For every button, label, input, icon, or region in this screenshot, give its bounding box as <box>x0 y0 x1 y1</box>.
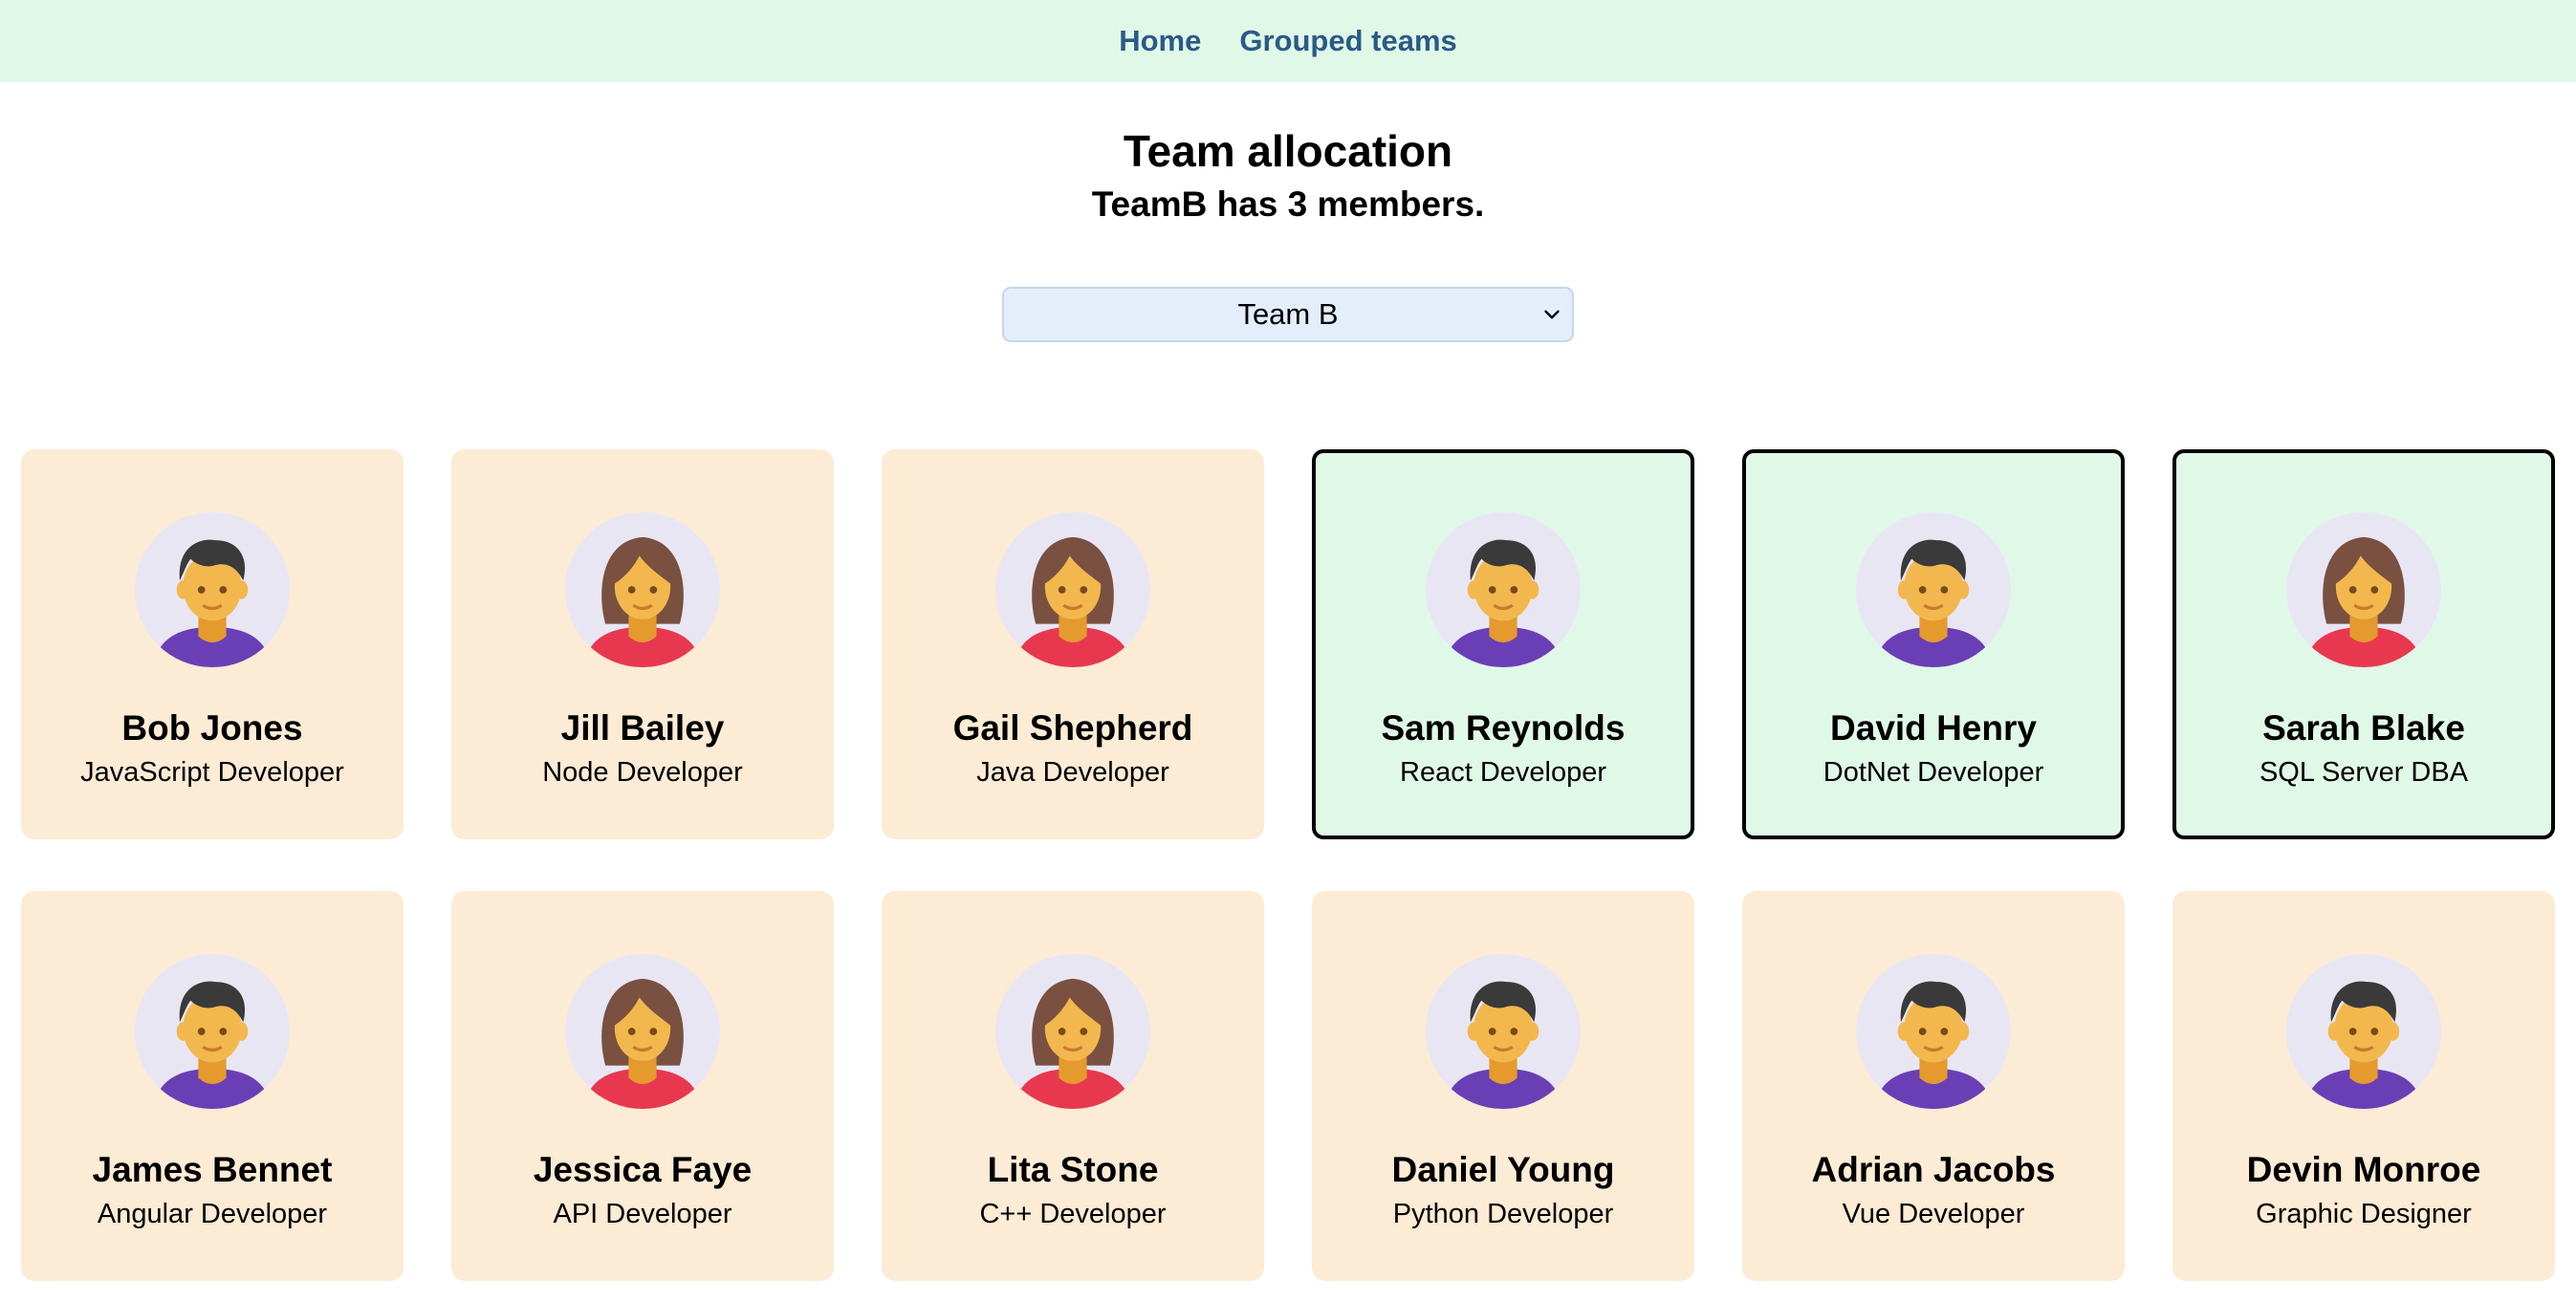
employee-card[interactable]: Gail Shepherd Java Developer <box>882 449 1264 839</box>
employee-card[interactable]: Jessica Faye API Developer <box>451 891 834 1281</box>
employee-name: Daniel Young <box>1391 1150 1615 1189</box>
employee-role: JavaScript Developer <box>80 757 344 788</box>
employee-card[interactable]: Daniel Young Python Developer <box>1312 891 1694 1281</box>
female-avatar-icon <box>2286 512 2441 667</box>
employee-name: Jill Bailey <box>560 708 725 748</box>
employee-name: Bob Jones <box>121 708 303 748</box>
page-title: Team allocation <box>1123 126 1453 176</box>
employee-role: Java Developer <box>976 757 1169 788</box>
top-nav: Home Grouped teams <box>0 0 2576 82</box>
employee-name: James Bennet <box>92 1150 333 1189</box>
male-avatar-icon <box>135 512 290 667</box>
employee-card[interactable]: Sam Reynolds React Developer <box>1312 449 1694 839</box>
female-avatar-icon <box>995 512 1150 667</box>
employee-name: Sam Reynolds <box>1381 708 1626 748</box>
employee-role: API Developer <box>553 1199 732 1229</box>
employee-card[interactable]: Bob Jones JavaScript Developer <box>21 449 404 839</box>
employee-card[interactable]: Sarah Blake SQL Server DBA <box>2172 449 2555 839</box>
employee-name: Adrian Jacobs <box>1811 1150 2056 1189</box>
male-avatar-icon <box>1856 512 2011 667</box>
nav-home-link[interactable]: Home <box>1119 24 1201 58</box>
male-avatar-icon <box>1856 954 2011 1109</box>
male-avatar-icon <box>1426 512 1581 667</box>
employee-role: DotNet Developer <box>1823 757 2044 788</box>
employee-card[interactable]: Lita Stone C++ Developer <box>882 891 1264 1281</box>
employee-role: C++ Developer <box>979 1199 1167 1229</box>
female-avatar-icon <box>565 954 720 1109</box>
employee-grid: Bob Jones JavaScript Developer Jill Bailey… <box>21 449 2555 1281</box>
nav-grouped-teams-link[interactable]: Grouped teams <box>1239 24 1456 58</box>
male-avatar-icon <box>2286 954 2441 1109</box>
employee-card[interactable]: Devin Monroe Graphic Designer <box>2172 891 2555 1281</box>
male-avatar-icon <box>1426 954 1581 1109</box>
female-avatar-icon <box>565 512 720 667</box>
employee-name: Devin Monroe <box>2246 1150 2481 1189</box>
female-avatar-icon <box>995 954 1150 1109</box>
team-select-value: Team B <box>1237 297 1339 331</box>
team-select-wrapper: Team B <box>0 287 2576 342</box>
employee-card[interactable]: Jill Bailey Node Developer <box>451 449 834 839</box>
employee-card[interactable]: James Bennet Angular Developer <box>21 891 404 1281</box>
employee-role: React Developer <box>1400 757 1606 788</box>
employee-name: David Henry <box>1830 708 2037 748</box>
employee-role: Angular Developer <box>97 1199 328 1229</box>
employee-role: Vue Developer <box>1842 1199 2025 1229</box>
team-select[interactable]: Team B <box>1002 287 1574 342</box>
page-header: Team allocation TeamB has 3 members. <box>0 126 2576 226</box>
employee-name: Sarah Blake <box>2262 708 2465 748</box>
employee-card[interactable]: Adrian Jacobs Vue Developer <box>1742 891 2125 1281</box>
employee-role: Graphic Designer <box>2256 1199 2472 1229</box>
employee-name: Jessica Faye <box>533 1150 753 1189</box>
employee-role: Python Developer <box>1392 1199 1614 1229</box>
chevron-down-icon <box>1544 310 1560 319</box>
employee-card[interactable]: David Henry DotNet Developer <box>1742 449 2125 839</box>
employee-role: SQL Server DBA <box>2259 757 2469 788</box>
male-avatar-icon <box>135 954 290 1109</box>
employee-name: Gail Shepherd <box>952 708 1193 748</box>
team-member-count: TeamB has 3 members. <box>1091 184 1485 224</box>
employee-role: Node Developer <box>542 757 743 788</box>
employee-name: Lita Stone <box>987 1150 1159 1189</box>
